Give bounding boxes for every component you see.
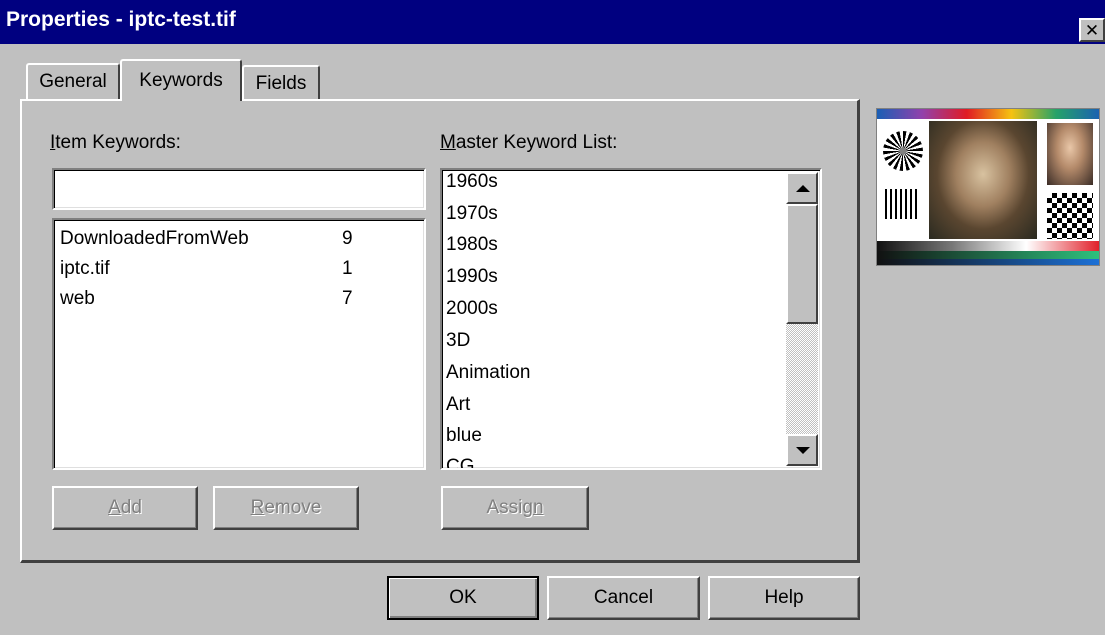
arrow-up-icon [796,185,810,192]
list-item[interactable]: web 7 [60,288,420,318]
arrow-down-icon [796,447,810,454]
keyword-name: web [60,288,95,309]
master-keyword-list[interactable]: 1960s 1970s 1980s 1990s 2000s 3D Animati… [440,168,822,470]
list-item[interactable]: 1980s [446,234,498,256]
item-keyword-input[interactable] [52,168,426,210]
list-item[interactable]: 1970s [446,203,498,225]
assign-button[interactable]: Assig n [441,486,589,530]
keyword-name: DownloadedFromWeb [60,228,249,249]
help-button[interactable]: Help [708,576,860,620]
cancel-button[interactable]: Cancel [547,576,700,620]
scroll-down-button[interactable] [786,434,818,466]
list-item[interactable]: 1990s [446,266,498,288]
add-button[interactable]: Add [52,486,198,530]
window-title: Properties - iptc-test.tif [6,8,236,31]
list-item[interactable]: Art [446,394,470,416]
list-item[interactable]: 3D [446,330,470,352]
keyword-name: iptc.tif [60,258,110,279]
list-item[interactable]: blue [446,425,482,447]
list-item[interactable]: 2000s [446,298,498,320]
close-button[interactable]: ✕ [1079,18,1105,42]
master-keyword-list-label: Master Keyword List: [440,132,618,153]
keyword-count: 7 [342,288,353,309]
keywords-panel: Item Keywords: DownloadedFromWeb 9 iptc.… [20,99,860,563]
tab-general-label: General [39,71,107,92]
title-bar: Properties - iptc-test.tif ✕ [0,0,1105,44]
item-keywords-label: Item Keywords: [50,132,181,153]
tab-fields[interactable]: Fields [242,65,320,101]
ok-button[interactable]: OK [387,576,539,620]
remove-button[interactable]: Remove [213,486,359,530]
item-keywords-list[interactable]: DownloadedFromWeb 9 iptc.tif 1 web 7 [52,218,426,470]
scroll-up-button[interactable] [786,172,818,204]
list-item[interactable]: DownloadedFromWeb 9 [60,228,420,258]
list-item[interactable]: Animation [446,362,531,384]
tab-fields-label: Fields [255,73,307,94]
keyword-count: 1 [342,258,353,279]
tab-general[interactable]: General [26,63,120,99]
list-item[interactable]: iptc.tif 1 [60,258,420,288]
list-item[interactable]: 1960s [446,171,498,193]
close-icon: ✕ [1084,20,1100,40]
tab-keywords-label: Keywords [139,70,223,91]
keyword-count: 9 [342,228,353,249]
tab-keywords[interactable]: Keywords [120,59,242,101]
vertical-scrollbar[interactable] [786,172,818,466]
list-item[interactable]: CG [446,456,475,468]
scrollbar-thumb[interactable] [786,204,818,324]
image-preview [876,108,1100,266]
